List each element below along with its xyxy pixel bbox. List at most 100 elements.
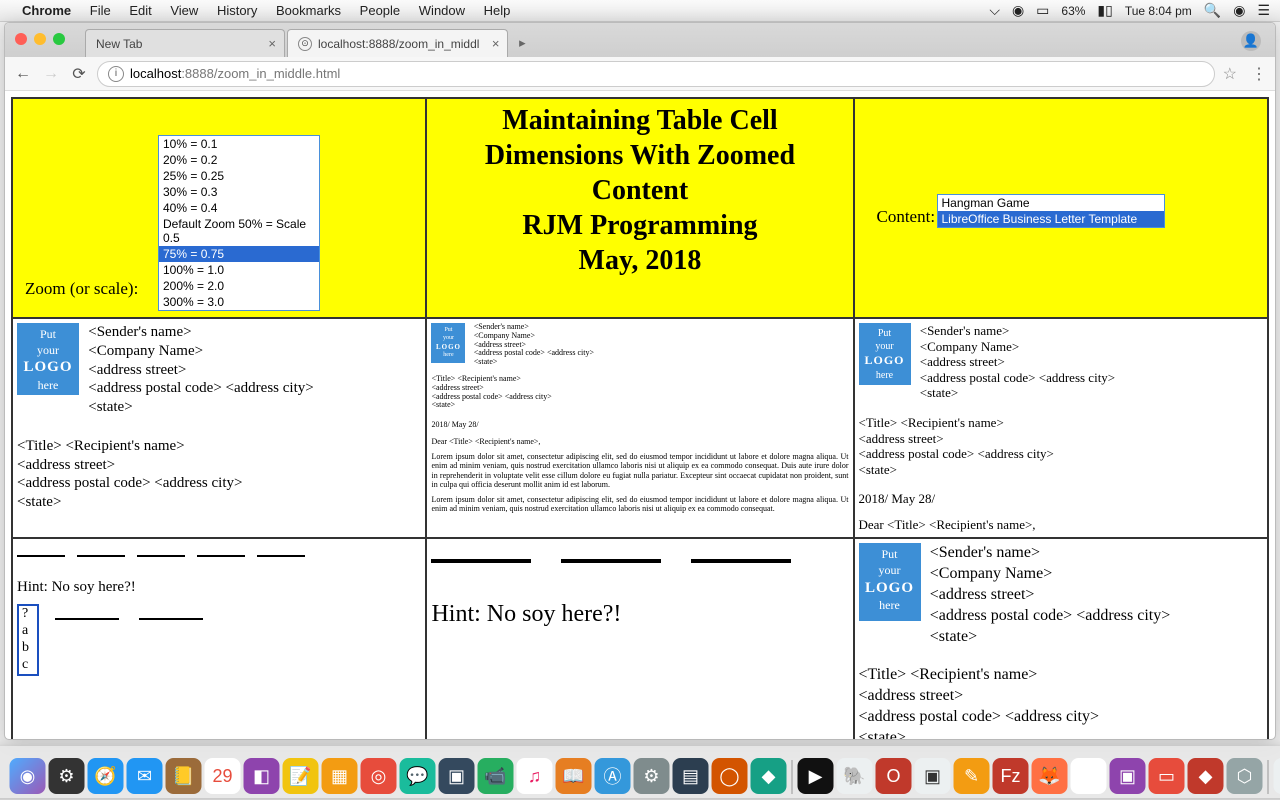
dock-firefox-icon[interactable]: 🦊: [1032, 758, 1068, 794]
window-zoom-button[interactable]: [53, 33, 65, 45]
dock-app-icon[interactable]: ▣: [439, 758, 475, 794]
menu-window[interactable]: Window: [419, 3, 465, 18]
reload-button[interactable]: ⟳: [69, 64, 89, 84]
hangman-letter-select[interactable]: ? a b c: [17, 604, 39, 675]
dock-notes-icon[interactable]: 📝: [283, 758, 319, 794]
dock-contacts-icon[interactable]: 📒: [166, 758, 202, 794]
recipient-block: <Title> <Recipient's name> <address stre…: [859, 415, 1264, 477]
title-line: Maintaining Table Cell: [431, 103, 848, 138]
main-grid: Zoom (or scale): 10% = 0.1 20% = 0.2 25%…: [11, 97, 1269, 739]
dock-separator: [1268, 760, 1269, 794]
dock-calendar-icon[interactable]: 29: [205, 758, 241, 794]
favicon-icon: ⊙: [298, 37, 312, 51]
dock-app-icon[interactable]: ▣: [1110, 758, 1146, 794]
dock-siri-icon[interactable]: ◉: [10, 758, 46, 794]
profile-avatar-icon[interactable]: 👤: [1241, 31, 1261, 51]
dock-app-icon[interactable]: ⬡: [1227, 758, 1263, 794]
zoom-option[interactable]: 30% = 0.3: [159, 184, 319, 200]
menu-file[interactable]: File: [90, 3, 111, 18]
dock-messages-icon[interactable]: 💬: [400, 758, 436, 794]
site-info-icon[interactable]: i: [108, 66, 124, 82]
menu-bookmarks[interactable]: Bookmarks: [276, 3, 341, 18]
zoom-option[interactable]: 25% = 0.25: [159, 168, 319, 184]
dock-safari-icon[interactable]: 🧭: [88, 758, 124, 794]
zoom-option[interactable]: 200% = 2.0: [159, 278, 319, 294]
letter-salutation: Dear <Title> <Recipient's name>,: [431, 437, 848, 446]
zoom-option[interactable]: 10% = 0.1: [159, 136, 319, 152]
zoom-select[interactable]: 10% = 0.1 20% = 0.2 25% = 0.25 30% = 0.3…: [158, 135, 320, 311]
zoom-option[interactable]: 100% = 1.0: [159, 262, 319, 278]
chrome-menu-icon[interactable]: ⋮: [1251, 64, 1267, 84]
dock-app-icon[interactable]: 🐘: [837, 758, 873, 794]
dock-chrome-icon[interactable]: ◉: [1071, 758, 1107, 794]
dock-app-icon[interactable]: ▦: [322, 758, 358, 794]
dock-sysprefs-icon[interactable]: ⚙: [634, 758, 670, 794]
zoom-option[interactable]: Default Zoom 50% = Scale 0.5: [159, 216, 319, 246]
zoom-option[interactable]: 20% = 0.2: [159, 152, 319, 168]
dock-app-icon[interactable]: ◆: [751, 758, 787, 794]
hangman-big: Hint: No soy here?!: [426, 538, 853, 739]
dock-app-icon[interactable]: ▤: [673, 758, 709, 794]
sender-block: <Sender's name> <Company Name> <address …: [920, 323, 1115, 401]
menu-app[interactable]: Chrome: [22, 3, 71, 18]
airplay-icon[interactable]: ▭: [1036, 2, 1049, 19]
wifi-icon[interactable]: ◉: [1012, 2, 1024, 19]
dock-app-icon[interactable]: ◯: [712, 758, 748, 794]
dock-terminal-icon[interactable]: ▶: [798, 758, 834, 794]
window-minimize-button[interactable]: [34, 33, 46, 45]
close-tab-icon[interactable]: ×: [492, 36, 500, 51]
logo-placeholder: Put your LOGO here: [431, 323, 465, 363]
dock-app-icon[interactable]: ✎: [954, 758, 990, 794]
browser-window: New Tab × ⊙ localhost:8888/zoom_in_middl…: [4, 22, 1276, 740]
dock: ☻ ◉ ⚙ 🧭 ✉ 📒 29 ◧ 📝 ▦ ◎ 💬 ▣ 📹 ♫ 📖 Ⓐ ⚙ ▤ ◯…: [0, 746, 1280, 798]
spotlight-icon[interactable]: 🔍: [1204, 2, 1221, 19]
dock-settings-icon[interactable]: ⚙: [49, 758, 85, 794]
content-option-selected[interactable]: LibreOffice Business Letter Template: [938, 211, 1164, 227]
clock[interactable]: Tue 8:04 pm: [1125, 4, 1192, 18]
dock-ibooks-icon[interactable]: 📖: [556, 758, 592, 794]
dock-facetime-icon[interactable]: 📹: [478, 758, 514, 794]
dock-app-icon[interactable]: ▣: [915, 758, 951, 794]
title-cell: Maintaining Table Cell Dimensions With Z…: [426, 98, 853, 318]
logo-placeholder: Put your LOGO here: [17, 323, 79, 395]
dock-app-icon[interactable]: ◎: [361, 758, 397, 794]
dock-app-icon[interactable]: ◧: [244, 758, 280, 794]
bookmark-star-icon[interactable]: ☆: [1223, 64, 1237, 84]
hangman-blanks: [55, 606, 223, 624]
menu-view[interactable]: View: [170, 3, 198, 18]
logo-placeholder: Put your LOGO here: [859, 323, 911, 385]
dock-finder-icon[interactable]: ☻: [0, 758, 7, 794]
zoom-option[interactable]: 300% = 3.0: [159, 294, 319, 310]
url-input[interactable]: i localhost:8888/zoom_in_middle.html: [97, 61, 1215, 87]
tab-localhost[interactable]: ⊙ localhost:8888/zoom_in_middl ×: [287, 29, 508, 57]
bluetooth-icon[interactable]: ⌵: [989, 2, 1000, 19]
menu-history[interactable]: History: [217, 3, 257, 18]
battery-icon[interactable]: ▮▯: [1097, 2, 1112, 19]
back-button[interactable]: ←: [13, 65, 33, 83]
sender-block: <Sender's name> <Company Name> <address …: [88, 323, 313, 417]
dock-opera-icon[interactable]: O: [876, 758, 912, 794]
dock-app-icon[interactable]: ▭: [1149, 758, 1185, 794]
menu-people[interactable]: People: [360, 3, 400, 18]
menu-edit[interactable]: Edit: [129, 3, 151, 18]
zoom-option[interactable]: 40% = 0.4: [159, 200, 319, 216]
recipient-block: <Title> <Recipient's name> <address stre…: [17, 437, 421, 512]
close-tab-icon[interactable]: ×: [268, 36, 276, 51]
dock-filezilla-icon[interactable]: Fz: [993, 758, 1029, 794]
notifications-icon[interactable]: ☰: [1257, 2, 1270, 19]
dock-mail-icon[interactable]: ✉: [127, 758, 163, 794]
battery-percent: 63%: [1061, 4, 1085, 18]
dock-itunes-icon[interactable]: ♫: [517, 758, 553, 794]
content-option[interactable]: Hangman Game: [938, 195, 1164, 211]
tab-new-tab[interactable]: New Tab ×: [85, 29, 285, 57]
window-close-button[interactable]: [15, 33, 27, 45]
zoom-option-selected[interactable]: 75% = 0.75: [159, 246, 319, 262]
dock-separator: [792, 760, 793, 794]
dock-trash-icon[interactable]: 🗑: [1274, 758, 1280, 794]
content-select[interactable]: Hangman Game LibreOffice Business Letter…: [937, 194, 1165, 228]
dock-app-icon[interactable]: ◆: [1188, 758, 1224, 794]
menu-help[interactable]: Help: [484, 3, 511, 18]
siri-icon[interactable]: ◉: [1233, 2, 1245, 19]
dock-appstore-icon[interactable]: Ⓐ: [595, 758, 631, 794]
new-tab-button[interactable]: ▸: [512, 33, 532, 53]
